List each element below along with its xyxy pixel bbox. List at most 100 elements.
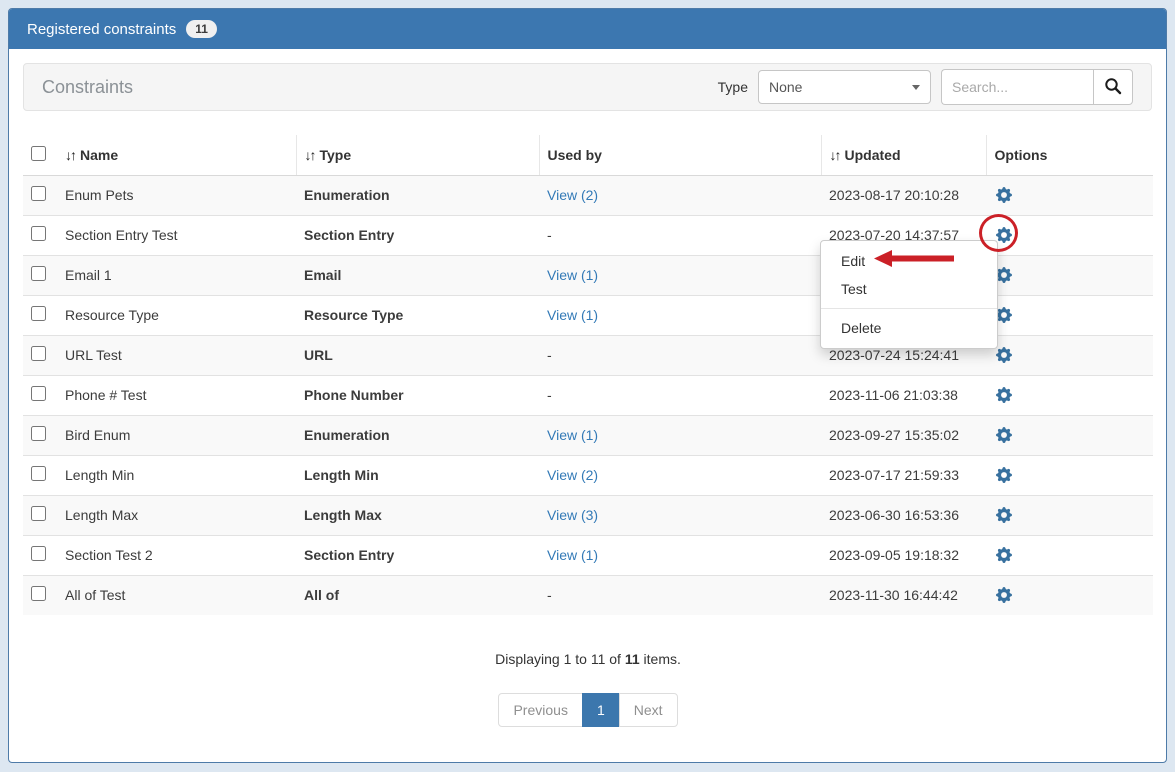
- row-checkbox[interactable]: [31, 546, 46, 561]
- gear-icon: [996, 591, 1012, 606]
- header-type[interactable]: ↓↑Type: [296, 135, 539, 175]
- constraints-table: ↓↑Name ↓↑Type Used by ↓↑Updated Options …: [23, 135, 1153, 615]
- view-used-by-link[interactable]: View (3): [547, 507, 598, 523]
- options-gear-button[interactable]: [994, 185, 1014, 205]
- table-row: Length Max Length Max View (3) 2023-06-3…: [23, 495, 1153, 535]
- cell-name: Enum Pets: [57, 175, 296, 215]
- type-select[interactable]: None: [758, 70, 931, 104]
- gear-icon: [996, 231, 1012, 246]
- cell-updated: 2023-09-05 19:18:32: [821, 535, 986, 575]
- search-button[interactable]: [1093, 69, 1133, 105]
- cell-name: Resource Type: [57, 295, 296, 335]
- search-input[interactable]: [941, 69, 1093, 105]
- sort-icon: ↓↑: [830, 147, 840, 163]
- toolbar-title: Constraints: [42, 77, 133, 98]
- options-gear-button[interactable]: [994, 465, 1014, 485]
- row-checkbox[interactable]: [31, 426, 46, 441]
- cell-name: Phone # Test: [57, 375, 296, 415]
- view-used-by-link[interactable]: View (2): [547, 187, 598, 203]
- gear-icon: [996, 271, 1012, 286]
- gear-icon: [996, 191, 1012, 206]
- row-checkbox[interactable]: [31, 586, 46, 601]
- cell-used-by: -: [547, 227, 552, 243]
- table-row: Length Min Length Min View (2) 2023-07-1…: [23, 455, 1153, 495]
- page: Registered constraints 11 Constraints Ty…: [0, 0, 1175, 772]
- table-row: All of Test All of - 2023-11-30 16:44:42: [23, 575, 1153, 615]
- cell-type: Enumeration: [296, 175, 539, 215]
- cell-name: Section Test 2: [57, 535, 296, 575]
- row-checkbox[interactable]: [31, 226, 46, 241]
- type-select-value: None: [769, 79, 802, 95]
- count-badge: 11: [186, 20, 217, 38]
- view-used-by-link[interactable]: View (1): [547, 307, 598, 323]
- view-used-by-link[interactable]: View (1): [547, 427, 598, 443]
- cell-updated: 2023-06-30 16:53:36: [821, 495, 986, 535]
- cell-name: All of Test: [57, 575, 296, 615]
- row-checkbox[interactable]: [31, 306, 46, 321]
- header-options: Options: [986, 135, 1153, 175]
- cell-updated: 2023-08-17 20:10:28: [821, 175, 986, 215]
- view-used-by-link[interactable]: View (1): [547, 267, 598, 283]
- row-checkbox[interactable]: [31, 186, 46, 201]
- table-header-row: ↓↑Name ↓↑Type Used by ↓↑Updated Options: [23, 135, 1153, 175]
- table-row: Enum Pets Enumeration View (2) 2023-08-1…: [23, 175, 1153, 215]
- page-1-button[interactable]: 1: [582, 693, 620, 727]
- cell-type: URL: [296, 335, 539, 375]
- panel-body: Constraints Type None: [9, 49, 1166, 741]
- gear-icon: [996, 511, 1012, 526]
- cell-used-by: -: [547, 587, 552, 603]
- header-used-by: Used by: [539, 135, 821, 175]
- pagination: Previous 1 Next: [23, 693, 1153, 727]
- toolbar: Constraints Type None: [23, 63, 1152, 111]
- table-row: Section Test 2 Section Entry View (1) 20…: [23, 535, 1153, 575]
- gear-icon: [996, 471, 1012, 486]
- search-icon: [1104, 77, 1122, 98]
- search-group: [941, 69, 1133, 105]
- cell-type: Resource Type: [296, 295, 539, 335]
- cell-type: Phone Number: [296, 375, 539, 415]
- menu-item-test[interactable]: Test: [821, 275, 997, 303]
- options-gear-button[interactable]: [994, 385, 1014, 405]
- sort-icon: ↓↑: [65, 147, 75, 163]
- view-used-by-link[interactable]: View (1): [547, 547, 598, 563]
- previous-page-button[interactable]: Previous: [498, 693, 582, 727]
- next-page-button[interactable]: Next: [619, 693, 678, 727]
- row-checkbox[interactable]: [31, 346, 46, 361]
- menu-item-edit[interactable]: Edit: [821, 247, 997, 275]
- cell-updated: 2023-11-30 16:44:42: [821, 575, 986, 615]
- chevron-down-icon: [912, 85, 920, 90]
- cell-type: Email: [296, 255, 539, 295]
- row-checkbox[interactable]: [31, 466, 46, 481]
- total-count: 11: [625, 651, 640, 667]
- gear-icon: [996, 391, 1012, 406]
- cell-type: Length Max: [296, 495, 539, 535]
- gear-icon: [996, 551, 1012, 566]
- cell-type: Enumeration: [296, 415, 539, 455]
- select-all-checkbox[interactable]: [31, 146, 46, 161]
- results-summary: Displaying 1 to 11 of 11 items.: [23, 651, 1153, 667]
- cell-name: Length Min: [57, 455, 296, 495]
- options-gear-button[interactable]: [994, 505, 1014, 525]
- cell-used-by: -: [547, 387, 552, 403]
- menu-divider: [821, 308, 997, 309]
- cell-type: Section Entry: [296, 215, 539, 255]
- row-checkbox[interactable]: [31, 266, 46, 281]
- options-gear-button[interactable]: [994, 545, 1014, 565]
- header-name[interactable]: ↓↑Name: [57, 135, 296, 175]
- cell-type: Section Entry: [296, 535, 539, 575]
- view-used-by-link[interactable]: View (2): [547, 467, 598, 483]
- registered-constraints-panel: Registered constraints 11 Constraints Ty…: [8, 8, 1167, 763]
- header-updated[interactable]: ↓↑Updated: [821, 135, 986, 175]
- row-checkbox[interactable]: [31, 506, 46, 521]
- gear-icon: [996, 311, 1012, 326]
- cell-name: Bird Enum: [57, 415, 296, 455]
- options-gear-button[interactable]: [994, 425, 1014, 445]
- menu-item-delete[interactable]: Delete: [821, 314, 997, 342]
- options-dropdown-menu: Edit Test Delete: [820, 240, 998, 349]
- cell-used-by: -: [547, 347, 552, 363]
- cell-updated: 2023-07-17 21:59:33: [821, 455, 986, 495]
- options-gear-button[interactable]: [994, 585, 1014, 605]
- cell-name: Length Max: [57, 495, 296, 535]
- sort-icon: ↓↑: [305, 147, 315, 163]
- row-checkbox[interactable]: [31, 386, 46, 401]
